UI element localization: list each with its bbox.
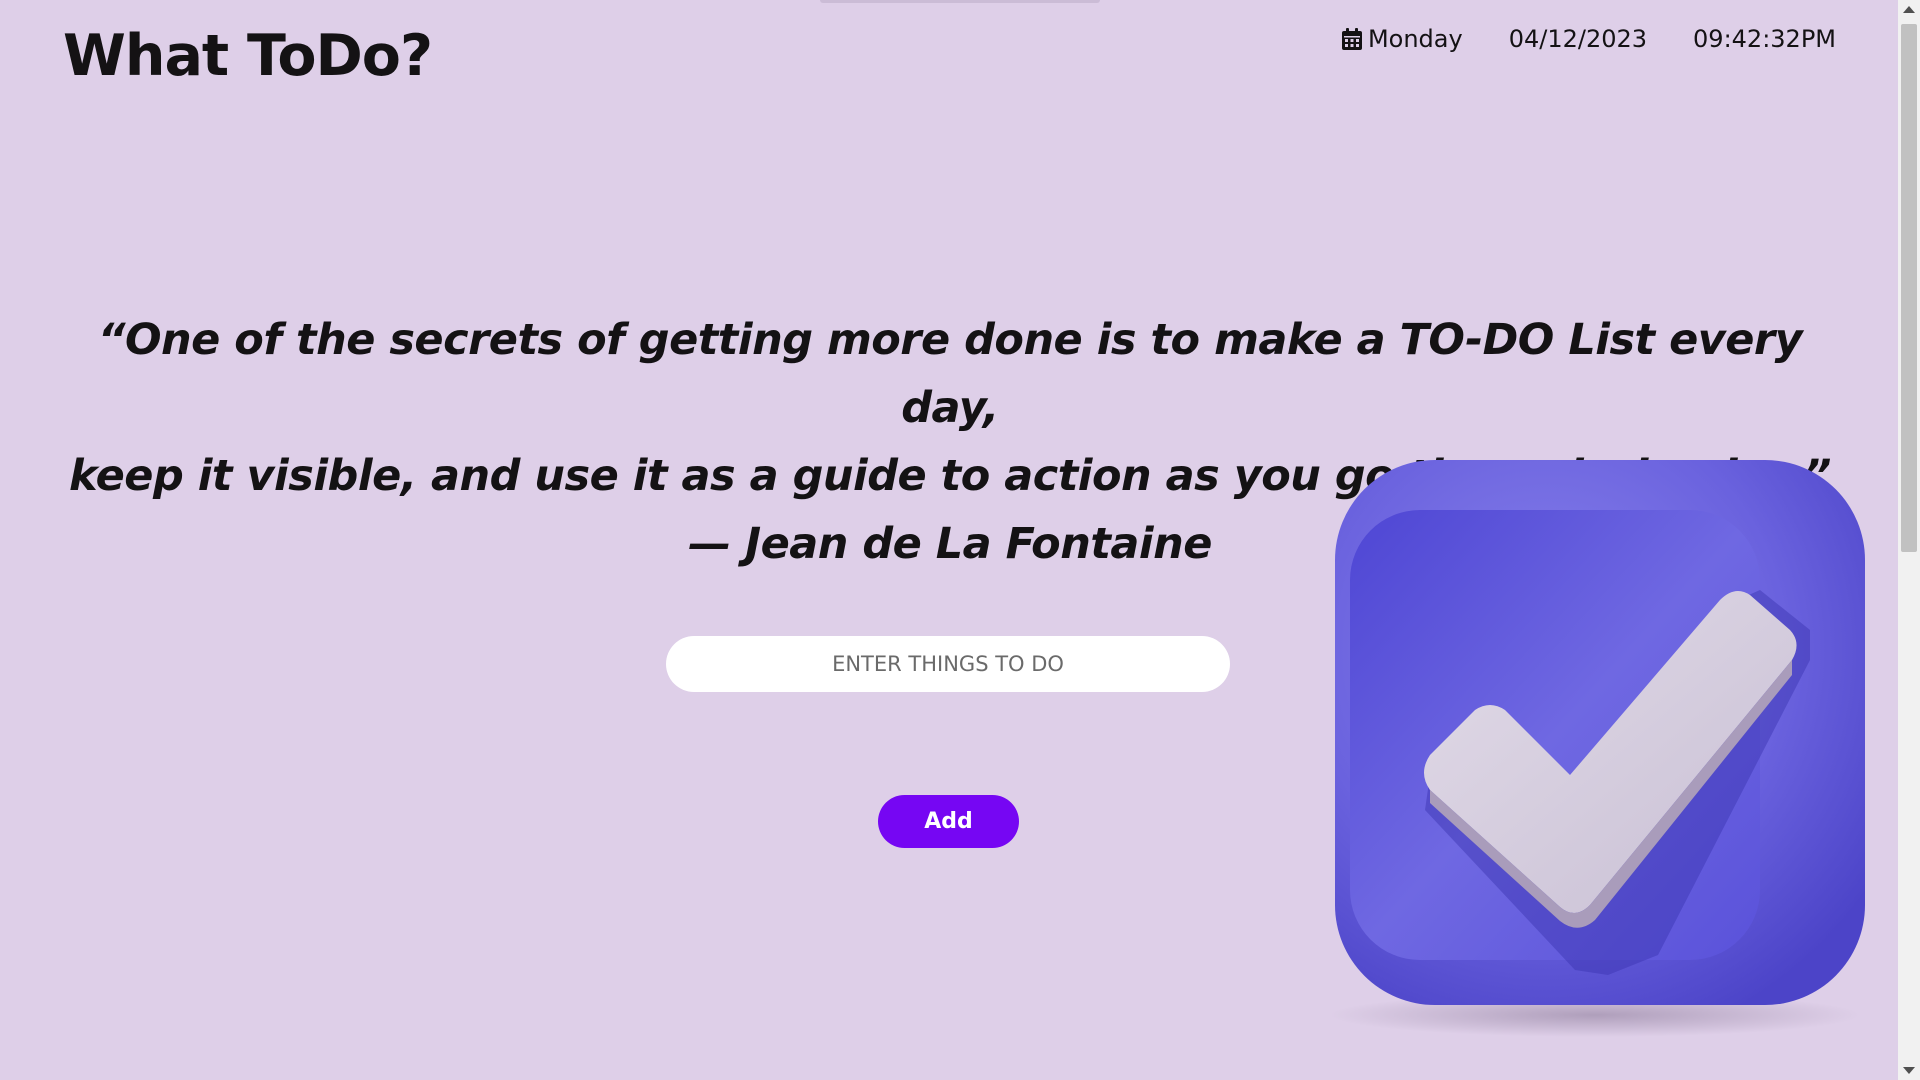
vertical-scrollbar[interactable] (1898, 0, 1920, 1080)
top-indicator (820, 0, 1100, 3)
day-display: Monday (1341, 25, 1463, 53)
time-label: 09:42:32PM (1693, 25, 1836, 53)
date-label: 04/12/2023 (1508, 25, 1648, 53)
checkmark-box-icon (1330, 460, 1865, 1037)
quote-line-1: “One of the secrets of getting more done… (97, 315, 1803, 433)
todo-page: What ToDo? Monday 04/12/2023 09:42:32PM … (0, 0, 1920, 1080)
day-label: Monday (1367, 25, 1463, 53)
calendar-icon (1341, 28, 1362, 50)
scroll-thumb[interactable] (1901, 24, 1917, 552)
add-button[interactable]: Add (878, 795, 1019, 848)
scroll-down-icon[interactable] (1903, 1067, 1915, 1074)
date-time-bar: Monday 04/12/2023 09:42:32PM (1341, 22, 1836, 56)
todo-input[interactable] (666, 636, 1230, 692)
brand-title: What ToDo? (63, 23, 433, 89)
scroll-up-icon[interactable] (1903, 6, 1915, 13)
